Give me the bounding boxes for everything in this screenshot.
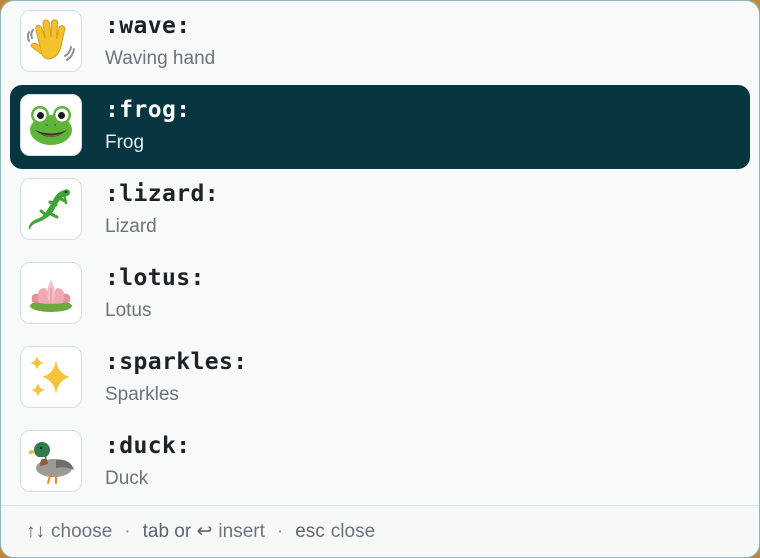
emoji-shortcode: :frog:	[105, 97, 191, 123]
choose-hint-label: choose	[51, 520, 113, 542]
emoji-suggestion-list: :wave: Waving hand:frog: Frog:lizard: …	[1, 1, 759, 505]
waving-hand-emoji-icon	[27, 19, 75, 61]
duck-emoji-icon	[28, 442, 74, 484]
emoji-tile	[20, 10, 82, 72]
emoji-option-sparkles[interactable]: :sparkles: Sparkles	[10, 337, 750, 421]
emoji-tile	[20, 430, 82, 492]
lizard-emoji-icon	[28, 189, 71, 230]
emoji-shortcode: :sparkles:	[105, 349, 248, 375]
emoji-option-lotus[interactable]: :lotus: Lotus	[10, 253, 750, 337]
hint-separator: ·	[276, 520, 284, 542]
emoji-tile	[20, 346, 82, 408]
emoji-shortcode: :lizard:	[105, 181, 219, 207]
insert-keys-hint: tab or ↩	[142, 521, 213, 542]
emoji-option-duck[interactable]: :duck: Duck	[10, 421, 750, 505]
emoji-option-frog[interactable]: :frog: Frog	[10, 85, 750, 169]
emoji-tile	[20, 178, 82, 240]
emoji-name: Waving hand	[105, 48, 216, 69]
sparkles-emoji-icon	[30, 356, 70, 397]
emoji-name: Duck	[105, 468, 149, 489]
emoji-name: Lotus	[105, 300, 152, 321]
emoji-shortcode: :duck:	[105, 433, 191, 459]
emoji-picker-panel: :wave: Waving hand:frog: Frog:lizard: …	[0, 0, 760, 558]
emoji-name: Sparkles	[105, 384, 179, 405]
emoji-shortcode: :wave:	[105, 13, 191, 39]
frog-emoji-icon	[30, 106, 72, 145]
emoji-name: Lizard	[105, 216, 157, 237]
emoji-tile	[20, 94, 82, 156]
insert-hint-label: insert	[218, 520, 265, 542]
emoji-option-lizard[interactable]: :lizard: Lizard	[10, 169, 750, 253]
emoji-shortcode: :lotus:	[105, 265, 205, 291]
esc-key-hint: esc	[295, 520, 325, 542]
emoji-option-wave[interactable]: :wave: Waving hand	[10, 1, 750, 85]
arrow-keys-hint: ↑↓	[26, 520, 45, 542]
keyboard-hint-bar: ↑↓ choose · tab or ↩ insert · esc close	[1, 505, 759, 557]
emoji-tile	[20, 262, 82, 324]
lotus-emoji-icon	[30, 280, 72, 312]
emoji-name: Frog	[105, 132, 145, 153]
hint-separator: ·	[124, 520, 131, 542]
close-hint-label: close	[330, 520, 376, 542]
